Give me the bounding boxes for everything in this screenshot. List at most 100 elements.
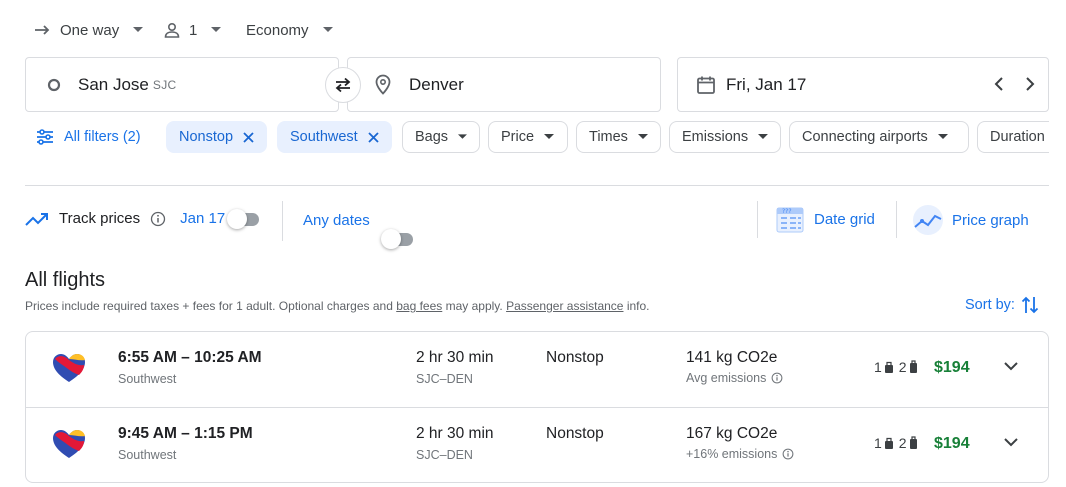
chip-emissions[interactable]: Emissions <box>669 121 781 153</box>
southwest-logo-icon <box>53 430 85 458</box>
sort-by-label: Sort by: <box>965 297 1015 313</box>
person-icon <box>164 22 180 38</box>
emissions-note: Avg emissions <box>686 371 783 385</box>
origin-circle-icon <box>47 78 61 91</box>
expand-chevron-icon[interactable] <box>1003 437 1019 447</box>
flight-row[interactable]: 6:55 AM – 10:25 AM Southwest 2 hr 30 min… <box>26 332 1048 407</box>
bag-fees-link[interactable]: bag fees <box>396 299 442 313</box>
price-note-prefix: Prices include required taxes + fees for… <box>25 299 397 313</box>
track-date-toggle[interactable] <box>227 209 263 229</box>
flight-price: $194 <box>934 435 970 452</box>
info-icon[interactable] <box>782 448 794 460</box>
price-graph-button[interactable]: Price graph <box>912 204 1029 236</box>
chevron-right-icon <box>1026 77 1035 91</box>
sort-by-button[interactable]: Sort by: <box>965 295 1039 315</box>
emissions-note: +16% emissions <box>686 447 794 461</box>
caret-down-icon <box>758 134 768 139</box>
flight-price: $194 <box>934 359 970 376</box>
previous-date-button[interactable] <box>990 74 1008 94</box>
flight-stops: Nonstop <box>546 349 604 366</box>
cabin-class-select[interactable]: Economy <box>246 14 333 46</box>
all-filters-button[interactable]: All filters (2) <box>36 121 141 153</box>
destination-city: Denver <box>409 74 464 94</box>
chip-price-label: Price <box>501 129 535 145</box>
flight-emissions: 167 kg CO2e <box>686 425 778 442</box>
swap-arrows-icon <box>335 77 351 93</box>
origin-code: SJC <box>152 77 177 92</box>
results-title: All flights <box>25 269 106 291</box>
southwest-logo-icon <box>53 354 85 382</box>
trip-type-select[interactable]: One way <box>34 14 144 46</box>
caret-down-icon <box>637 134 648 139</box>
next-date-button[interactable] <box>1021 74 1039 94</box>
vertical-divider <box>757 201 758 238</box>
chip-bags[interactable]: Bags <box>402 121 480 153</box>
price-note: Prices include required taxes + fees for… <box>25 299 650 313</box>
passengers-select[interactable]: 1 <box>163 14 222 46</box>
flight-duration: 2 hr 30 min <box>416 425 494 442</box>
track-date: Jan 17 <box>180 210 226 227</box>
swap-locations-button[interactable] <box>325 67 361 103</box>
carry-on-count: 1 <box>874 435 882 451</box>
carry-on-bag-icon <box>884 361 893 373</box>
section-divider <box>25 185 1049 186</box>
calendar-icon <box>697 76 715 94</box>
checked-bag-icon <box>909 436 917 449</box>
date-grid-label: Date grid <box>814 210 875 228</box>
track-prices-label: Track prices <box>59 210 141 227</box>
caret-down-icon <box>458 134 467 139</box>
close-icon[interactable] <box>368 131 379 143</box>
chip-bags-label: Bags <box>415 129 449 145</box>
location-pin-icon <box>375 74 391 95</box>
airline-name: Southwest <box>118 372 177 386</box>
chip-connecting-airports-label: Connecting airports <box>802 129 928 145</box>
caret-down-icon <box>937 134 948 139</box>
baggage-info: 1 2 <box>874 359 918 375</box>
emissions-note-label: +16% emissions <box>686 447 778 461</box>
chip-duration[interactable]: Duration <box>977 121 1049 153</box>
chip-times[interactable]: Times <box>576 121 661 153</box>
track-prices: Track prices Jan 17 <box>25 210 225 227</box>
price-graph-label: Price graph <box>952 211 1029 229</box>
any-dates-toggle[interactable] <box>381 229 417 249</box>
date-grid-button[interactable]: ??? Date grid <box>776 204 875 234</box>
chevron-left-icon <box>994 77 1003 91</box>
svg-text:???: ??? <box>782 208 792 215</box>
filter-sliders-icon <box>37 129 53 145</box>
price-graph-icon <box>913 205 943 235</box>
emissions-note-label: Avg emissions <box>686 371 767 385</box>
toggle-knob <box>227 209 247 229</box>
chip-emissions-label: Emissions <box>682 129 749 145</box>
passengers-count: 1 <box>189 21 198 39</box>
close-icon[interactable] <box>243 131 254 143</box>
sort-arrows-icon <box>1021 296 1039 314</box>
info-icon[interactable] <box>771 372 783 384</box>
expand-chevron-icon[interactable] <box>1003 361 1019 371</box>
info-icon[interactable] <box>150 211 166 227</box>
carry-on-count: 1 <box>874 359 882 375</box>
all-filters-label: All filters (2) <box>64 129 141 145</box>
carry-on-bag-icon <box>884 437 893 449</box>
chip-nonstop[interactable]: Nonstop <box>166 121 268 153</box>
origin-field[interactable]: San Jose SJC <box>25 57 339 112</box>
chip-duration-label: Duration <box>990 129 1045 145</box>
cabin-class-label: Economy <box>246 21 309 39</box>
destination-field[interactable]: Denver <box>347 57 661 112</box>
flight-times: 9:45 AM – 1:15 PM <box>118 425 253 442</box>
flight-duration: 2 hr 30 min <box>416 349 494 366</box>
checked-bag-icon <box>909 360 917 373</box>
flight-emissions: 141 kg CO2e <box>686 349 778 366</box>
checked-bag-count: 2 <box>898 359 907 375</box>
flight-stops: Nonstop <box>546 425 604 442</box>
flight-row[interactable]: 9:45 AM – 1:15 PM Southwest 2 hr 30 min … <box>26 407 1048 482</box>
flight-route: SJC–DEN <box>416 372 473 386</box>
caret-down-icon <box>322 27 333 32</box>
caret-down-icon <box>544 134 555 139</box>
chip-southwest[interactable]: Southwest <box>277 121 392 153</box>
baggage-info: 1 2 <box>874 435 918 451</box>
flight-times: 6:55 AM – 10:25 AM <box>118 349 262 366</box>
price-note-mid: may apply. <box>442 299 507 313</box>
passenger-assistance-link[interactable]: Passenger assistance <box>506 299 623 313</box>
chip-connecting-airports[interactable]: Connecting airports <box>789 121 969 153</box>
chip-price[interactable]: Price <box>488 121 568 153</box>
